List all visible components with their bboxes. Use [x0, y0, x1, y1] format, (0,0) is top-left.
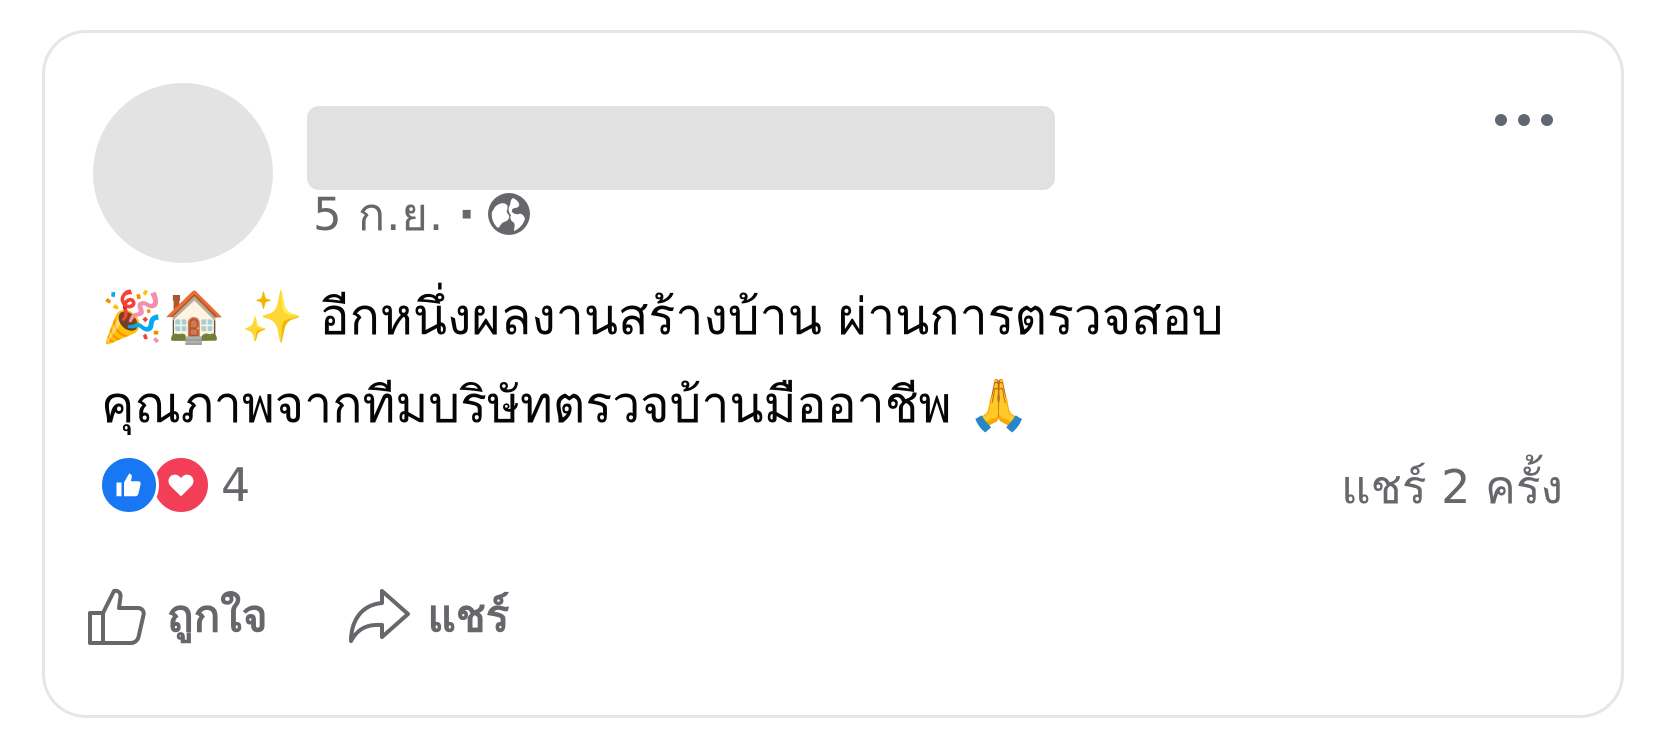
- love-reaction-icon: [151, 455, 211, 515]
- avatar[interactable]: [93, 83, 273, 263]
- post-timestamp[interactable]: 5 ก.ย.: [313, 178, 444, 250]
- thumbs-up-icon: [88, 588, 146, 645]
- share-arrow-icon: [348, 589, 410, 643]
- share-count[interactable]: แชร์ 2 ครั้ง: [1341, 455, 1563, 519]
- globe-icon[interactable]: [486, 191, 532, 237]
- meta-separator: ·: [458, 187, 477, 241]
- reaction-count[interactable]: 4: [221, 458, 250, 512]
- like-button[interactable]: ถูกใจ: [85, 581, 268, 651]
- share-button[interactable]: แชร์: [346, 581, 510, 651]
- like-reaction-icon: [99, 455, 159, 515]
- post-text-line-2: คุณภาพจากทีมบริษัทตรวจบ้านมืออาชีพ 🙏: [101, 376, 1030, 434]
- share-count-label[interactable]: แชร์ 2 ครั้ง: [1341, 451, 1563, 524]
- post-text: 🎉🏠 ✨ อีกหนึ่งผลงานสร้างบ้าน ผ่านการตรวจส…: [101, 273, 1551, 449]
- like-button-label[interactable]: ถูกใจ: [167, 581, 268, 651]
- more-options-icon[interactable]: [1495, 109, 1553, 131]
- reactions-summary[interactable]: 4: [99, 455, 250, 515]
- post-meta: 5 ก.ย. ·: [313, 185, 532, 243]
- post-card: 5 ก.ย. · 🎉🏠 ✨ อีกหนึ่งผลงานสร้างบ้าน ผ่า…: [42, 30, 1624, 718]
- post-text-line-1: 🎉🏠 ✨ อีกหนึ่งผลงานสร้างบ้าน ผ่านการตรวจส…: [101, 288, 1224, 346]
- share-button-label[interactable]: แชร์: [428, 581, 510, 651]
- action-bar: ถูกใจ แชร์: [85, 581, 587, 651]
